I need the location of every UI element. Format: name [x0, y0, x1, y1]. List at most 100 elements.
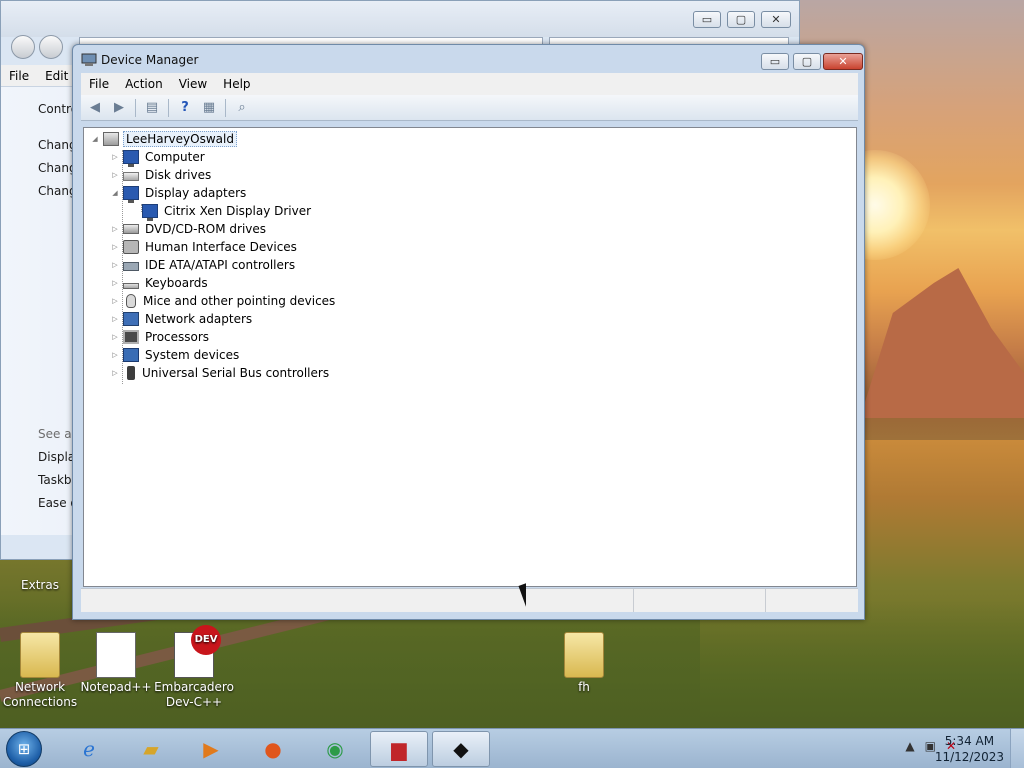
- explorer-icon[interactable]: ▰: [122, 731, 180, 767]
- tree-node-network-adapters[interactable]: ▷ Network adapters: [110, 310, 254, 328]
- tree-node-mice[interactable]: ▷ Mice and other pointing devices: [110, 292, 337, 310]
- back-button[interactable]: [11, 35, 35, 59]
- desktop-icon-extras[interactable]: Extras: [0, 578, 80, 593]
- mouse-icon: [126, 294, 136, 308]
- sidebar-link-change-3[interactable]: Chang: [38, 184, 77, 198]
- scan-hardware-icon[interactable]: ⌕: [232, 99, 252, 117]
- dev-cpp-icon: DEV: [174, 625, 221, 678]
- tree-node-citrix-xen-display-driver[interactable]: Citrix Xen Display Driver: [129, 202, 313, 221]
- window-title: Device Manager: [101, 53, 199, 67]
- forward-button[interactable]: [39, 35, 63, 59]
- maximize-button[interactable]: ▢: [793, 53, 821, 70]
- tree-node-system-devices[interactable]: ▷ System devices: [110, 346, 241, 364]
- show-desktop-button[interactable]: [1010, 729, 1024, 768]
- expand-arrow-icon[interactable]: ▷: [110, 333, 120, 341]
- menu-file[interactable]: File: [1, 69, 37, 83]
- tree-node-human-interface-devices[interactable]: ▷ Human Interface Devices: [110, 238, 299, 256]
- display-adapter-icon: [123, 186, 139, 203]
- control-panel-titlebar[interactable]: [1, 1, 799, 37]
- console-icon[interactable]: ▦: [199, 99, 219, 117]
- ide-controller-icon: [123, 262, 139, 271]
- sidebar-link-change-1[interactable]: Chang: [38, 138, 77, 152]
- menu-edit[interactable]: Edit: [37, 69, 76, 83]
- tree-node-ide-ata-atapi-controllers[interactable]: ▷ IDE ATA/ATAPI controllers: [110, 256, 297, 274]
- back-icon[interactable]: ◀: [85, 99, 105, 117]
- close-button[interactable]: ✕: [823, 53, 863, 70]
- tree-node-label: DVD/CD-ROM drives: [145, 222, 267, 236]
- control-panel-maximize-button[interactable]: ▢: [727, 11, 755, 28]
- toolbar: ◀ ▶ ▤ ? ▦ ⌕: [81, 95, 858, 121]
- expand-arrow-icon[interactable]: ▷: [110, 315, 120, 323]
- status-pane: [634, 589, 766, 612]
- status-pane: [81, 589, 634, 612]
- hid-icon: [123, 240, 139, 254]
- tree-node-label: Network adapters: [145, 312, 253, 326]
- collapse-arrow-icon[interactable]: ◢: [110, 189, 120, 197]
- expand-arrow-icon[interactable]: ▷: [110, 369, 120, 377]
- tree-node-keyboards[interactable]: ▷ Keyboards: [110, 274, 210, 292]
- internet-explorer-icon[interactable]: ℯ: [60, 731, 118, 767]
- expand-arrow-icon[interactable]: ▷: [110, 297, 120, 305]
- sidebar-link-change-2[interactable]: Chang: [38, 161, 77, 175]
- tree-node-computer[interactable]: ▷ Computer: [110, 148, 207, 167]
- clock[interactable]: 5:34 AM 11/12/2023: [935, 733, 1004, 765]
- desktop-icon-label: Extras: [21, 578, 59, 592]
- tree-node-label: Citrix Xen Display Driver: [164, 204, 312, 218]
- device-manager-taskbar-icon[interactable]: ◆: [432, 731, 490, 767]
- processor-icon: [123, 330, 139, 344]
- menu-view[interactable]: View: [171, 77, 215, 91]
- tree-node-usb-controllers[interactable]: ▷ Universal Serial Bus controllers: [110, 364, 331, 382]
- desktop-icon-fh[interactable]: fh: [544, 632, 624, 695]
- start-button[interactable]: ⊞: [6, 731, 42, 767]
- menubar: File Action View Help: [81, 73, 858, 95]
- toolbar-separator: [225, 98, 226, 117]
- toolbar-separator: [168, 98, 169, 117]
- status-pane: [766, 589, 856, 612]
- help-icon[interactable]: ?: [175, 99, 195, 117]
- tree-node-disk-drives[interactable]: ▷ Disk drives: [110, 166, 213, 184]
- properties-icon[interactable]: ▤: [142, 99, 162, 117]
- menu-file[interactable]: File: [81, 77, 117, 91]
- tree-node-label: Computer: [145, 150, 205, 164]
- expand-arrow-icon[interactable]: ▷: [110, 351, 120, 359]
- tree-node-label: Display adapters: [145, 186, 247, 200]
- toolbox-icon[interactable]: ▆: [370, 731, 428, 767]
- device-manager-window[interactable]: Device Manager ▭ ▢ ✕ File Action View He…: [72, 44, 865, 620]
- tree-root[interactable]: ◢ LeeHarveyOswald: [90, 130, 237, 148]
- display-adapter-icon: [142, 204, 158, 221]
- disk-drive-icon: [123, 172, 139, 181]
- forward-icon[interactable]: ▶: [109, 99, 129, 117]
- collapse-arrow-icon[interactable]: ◢: [90, 135, 100, 143]
- clock-time: 5:34 AM: [944, 734, 995, 748]
- usb-icon: [127, 366, 135, 380]
- media-player-icon[interactable]: ▶: [182, 731, 240, 767]
- tree-node-label: Human Interface Devices: [145, 240, 297, 254]
- tree-node-processors[interactable]: ▷ Processors: [110, 328, 211, 346]
- status-bar: [81, 588, 858, 612]
- desktop-icon-label: fh: [578, 680, 590, 694]
- desktop-icon-dev-cpp[interactable]: DEV Embarcadero Dev-C++: [154, 625, 234, 710]
- expand-arrow-icon[interactable]: ▷: [110, 243, 120, 251]
- expand-arrow-icon[interactable]: ▷: [110, 261, 120, 269]
- device-tree[interactable]: ◢ LeeHarveyOswald ▷ Computer ▷ Disk driv…: [83, 127, 857, 587]
- minimize-button[interactable]: ▭: [761, 53, 789, 70]
- keyboard-icon: [123, 282, 139, 289]
- menu-help[interactable]: Help: [215, 77, 258, 91]
- desktop-icon-notepad-plus-plus[interactable]: Notepad++: [76, 632, 156, 695]
- expand-arrow-icon[interactable]: ▷: [110, 225, 120, 233]
- control-panel-close-button[interactable]: ✕: [761, 11, 791, 28]
- chrome-icon[interactable]: ◉: [306, 731, 364, 767]
- expand-arrow-icon[interactable]: ▷: [110, 279, 120, 287]
- cdrom-icon: [123, 224, 139, 234]
- tree-node-label: System devices: [145, 348, 240, 362]
- expand-arrow-icon[interactable]: ▷: [110, 153, 120, 161]
- tree-node-display-adapters[interactable]: ◢ Display adapters: [110, 184, 248, 203]
- desktop-icon-network-connections[interactable]: Network Connections: [0, 632, 80, 710]
- control-panel-minimize-button[interactable]: ▭: [693, 11, 721, 28]
- firefox-icon[interactable]: ●: [244, 731, 302, 767]
- tree-node-label: Disk drives: [145, 168, 212, 182]
- tree-node-dvd-cdrom-drives[interactable]: ▷ DVD/CD-ROM drives: [110, 220, 268, 238]
- show-hidden-icons-button[interactable]: ▲: [905, 739, 914, 753]
- expand-arrow-icon[interactable]: ▷: [110, 171, 120, 179]
- menu-action[interactable]: Action: [117, 77, 171, 91]
